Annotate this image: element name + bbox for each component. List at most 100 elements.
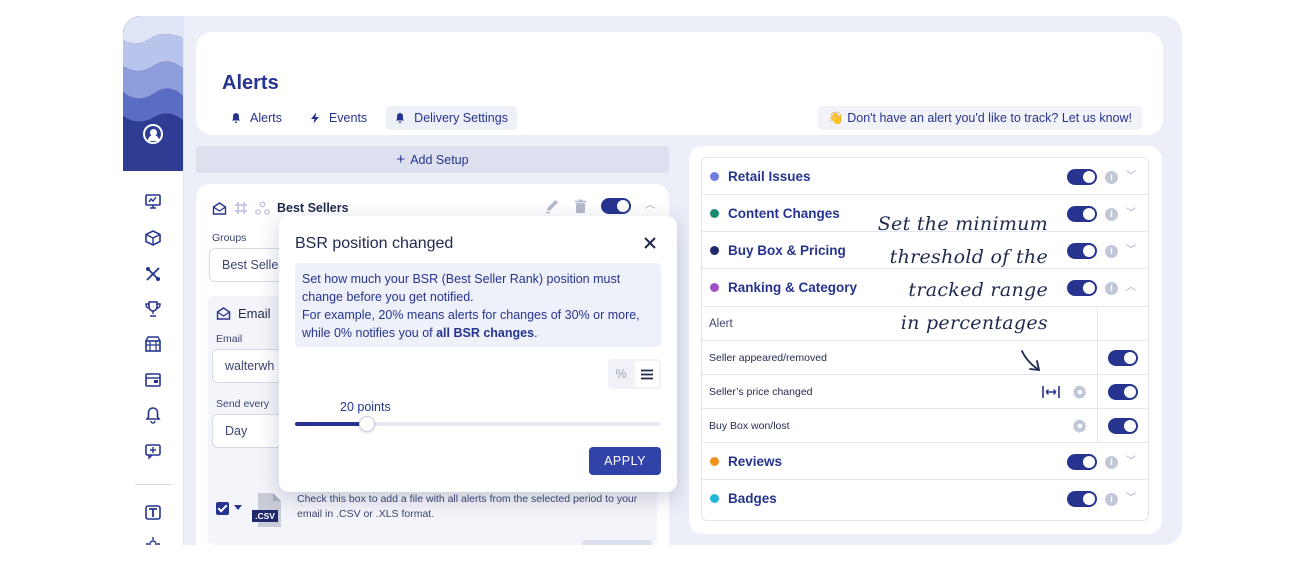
info-icon[interactable]: i	[1105, 455, 1118, 469]
chevron-down-icon[interactable]: ﹀	[1126, 209, 1136, 219]
slack-icon	[235, 202, 247, 214]
annotation-note: Set the minimum threshold of the tracked…	[718, 208, 1048, 340]
gear-icon[interactable]	[1072, 418, 1088, 434]
tab-label: Alerts	[250, 111, 282, 125]
alert-toggle[interactable]	[1108, 384, 1138, 400]
email-field[interactable]: walterwh	[212, 349, 282, 383]
add-setup-button[interactable]: + Add Setup	[196, 146, 669, 173]
unit-switch: %	[608, 359, 661, 389]
unit-points-option[interactable]	[635, 361, 659, 387]
slider-value-label: 20 points	[340, 400, 391, 414]
category-controls: i ﹀	[1067, 243, 1136, 259]
alert-row-seller-appeared: Seller appeared/removed	[702, 341, 1148, 375]
alert-categories-card: Retail Issues i ﹀ Content Changes i ﹀ Bu	[689, 146, 1162, 534]
dialog-info: Set how much your BSR (Best Seller Rank)…	[295, 263, 661, 347]
category-toggle[interactable]	[1067, 169, 1097, 185]
apply-button[interactable]: APPLY	[589, 447, 661, 475]
category-dot	[710, 172, 719, 181]
tab-alerts[interactable]: Alerts	[222, 106, 291, 130]
category-toggle[interactable]	[1067, 206, 1097, 222]
info-icon[interactable]: i	[1105, 244, 1118, 258]
range-icon[interactable]	[1042, 385, 1060, 399]
email-label: Email	[216, 333, 243, 345]
alert-label: Seller’s price changed	[709, 386, 813, 398]
chevron-down-icon[interactable]: ﹀	[1126, 172, 1136, 182]
alert-bell-icon[interactable]	[143, 405, 163, 425]
category-label: Retail Issues	[728, 169, 811, 184]
tab-label: Delivery Settings	[414, 111, 508, 125]
email-section-header: Email	[216, 306, 271, 321]
box-icon[interactable]	[143, 228, 163, 248]
store-icon[interactable]	[143, 334, 163, 354]
category-toggle[interactable]	[1067, 454, 1097, 470]
groups-select[interactable]: Best Seller	[209, 248, 289, 282]
edit-icon[interactable]	[544, 198, 560, 214]
slider-handle[interactable]	[358, 416, 375, 432]
category-reviews[interactable]: Reviews i ﹀	[702, 443, 1148, 480]
chevron-up-icon[interactable]: ︿	[1126, 283, 1136, 293]
chevron-down-icon[interactable]: ﹀	[1126, 246, 1136, 256]
category-badges[interactable]: Badges i ﹀	[702, 480, 1148, 517]
sun-icon[interactable]	[143, 534, 163, 545]
page-title: Alerts	[222, 72, 279, 94]
category-toggle[interactable]	[1067, 491, 1097, 507]
info-text-bold: all BSR changes	[436, 326, 535, 340]
setup-name: Best Sellers	[277, 201, 349, 215]
send-every-select[interactable]: Day	[212, 414, 282, 448]
category-retail-issues[interactable]: Retail Issues i ﹀	[702, 158, 1148, 195]
user-avatar[interactable]	[143, 124, 163, 144]
add-setup-label: Add Setup	[410, 152, 469, 167]
feedback-link[interactable]: 👋 Don't have an alert you'd like to trac…	[818, 106, 1142, 130]
chevron-down-icon[interactable]: ﹀	[1126, 457, 1136, 467]
alert-label: Buy Box won/lost	[709, 420, 790, 432]
info-icon[interactable]: i	[1105, 492, 1118, 506]
trash-icon[interactable]	[574, 199, 587, 214]
plus-icon: +	[396, 150, 406, 168]
arrow-icon	[1021, 350, 1040, 371]
info-icon[interactable]: i	[1105, 170, 1118, 184]
tab-events[interactable]: Events	[301, 106, 376, 130]
alert-label: Seller appeared/removed	[709, 352, 827, 364]
category-toggle[interactable]	[1067, 243, 1097, 259]
wallet-icon[interactable]	[143, 370, 163, 390]
sidebar-separator	[135, 484, 171, 485]
info-icon[interactable]: i	[1105, 281, 1118, 295]
sidebar-hero	[123, 16, 183, 171]
trophy-icon[interactable]	[143, 299, 163, 319]
caret-down-icon[interactable]	[234, 505, 242, 510]
setup-actions: ︿	[544, 198, 655, 214]
info-icon[interactable]: i	[1105, 207, 1118, 221]
close-icon[interactable]	[643, 236, 657, 250]
sidebar-divider	[183, 16, 184, 545]
save-button[interactable]	[582, 540, 652, 545]
csv-badge: .CSV	[255, 511, 275, 521]
mail-icon	[216, 307, 231, 320]
csv-file-icon: .CSV	[252, 493, 281, 527]
chat-add-icon[interactable]	[143, 441, 163, 461]
tab-label: Events	[328, 111, 368, 125]
annotation-line: threshold of the	[889, 246, 1048, 268]
bell-icon	[396, 113, 405, 123]
tab-delivery-settings[interactable]: Delivery Settings	[386, 106, 517, 130]
dashboard-icon[interactable]	[143, 192, 163, 212]
alert-row-seller-price: Seller’s price changed	[702, 375, 1148, 409]
alert-row-buy-box: Buy Box won/lost	[702, 409, 1148, 443]
slider-fill	[295, 422, 367, 426]
tools-icon[interactable]	[143, 264, 163, 284]
alert-toggle[interactable]	[1108, 418, 1138, 434]
tools-app-icon[interactable]	[143, 502, 163, 522]
threshold-slider[interactable]	[295, 416, 661, 432]
chevron-up-icon[interactable]: ︿	[645, 201, 655, 211]
category-controls: i ︿	[1067, 280, 1136, 296]
category-toggle[interactable]	[1067, 280, 1097, 296]
chevron-down-icon[interactable]: ﹀	[1126, 494, 1136, 504]
column-divider	[1097, 307, 1098, 443]
mail-icon	[212, 201, 227, 215]
category-controls: i ﹀	[1067, 491, 1136, 507]
setup-toggle[interactable]	[601, 198, 631, 214]
alert-toggle[interactable]	[1108, 350, 1138, 366]
info-text-1: Set how much your BSR (Best Seller Rank)…	[302, 272, 621, 304]
unit-percent-option[interactable]: %	[608, 359, 634, 389]
csv-checkbox[interactable]	[216, 502, 229, 515]
gear-icon[interactable]	[1072, 384, 1088, 400]
